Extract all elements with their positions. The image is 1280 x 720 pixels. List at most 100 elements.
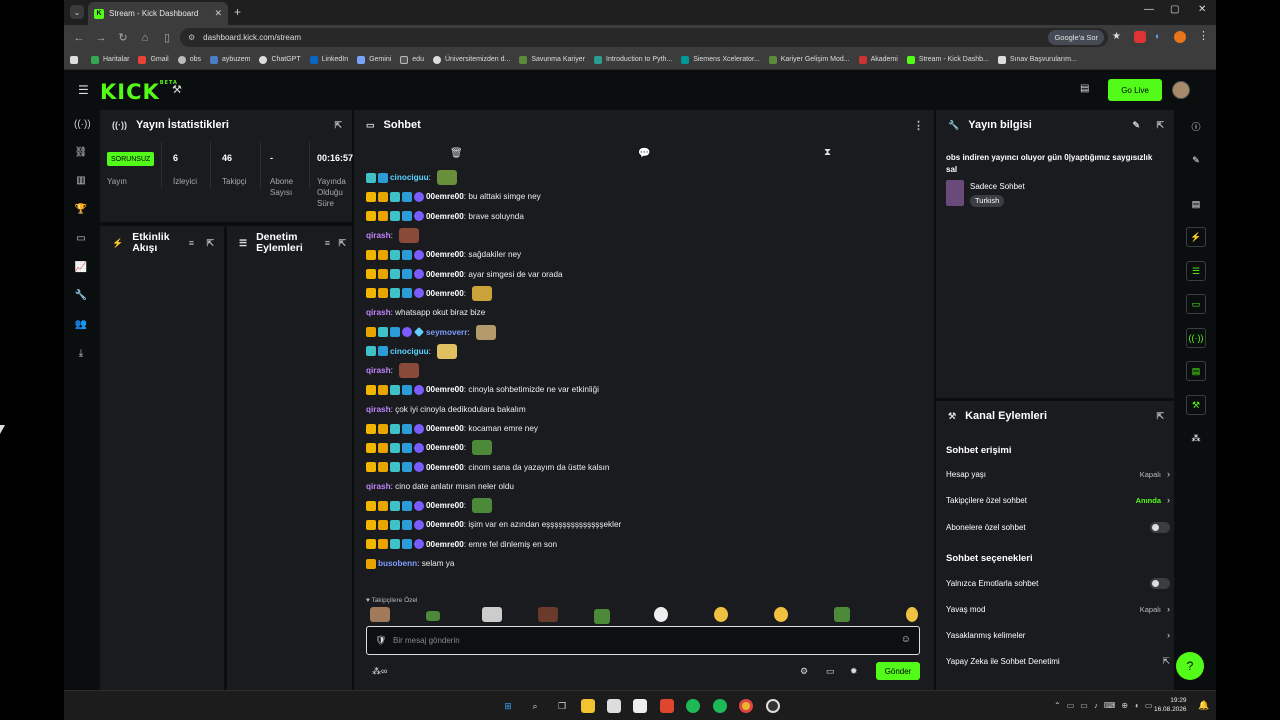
emote-icon[interactable] xyxy=(906,607,918,622)
user-badge-icon[interactable] xyxy=(378,288,388,299)
extension-audio-icon[interactable]: ◖ xyxy=(1154,31,1159,41)
user-badge-icon[interactable] xyxy=(378,249,388,260)
stream-key-icon[interactable]: ▤ xyxy=(1080,83,1089,94)
browser-menu-icon[interactable]: ⋮ xyxy=(1198,29,1209,42)
user-badge-icon[interactable] xyxy=(378,539,388,550)
user-badge-icon[interactable] xyxy=(402,423,412,434)
apps-icon[interactable] xyxy=(70,55,82,64)
bookmark-chatgpt[interactable]: ChatGPT xyxy=(259,55,301,64)
stream-info-toggle-icon[interactable]: ▤ xyxy=(1186,361,1206,381)
user-badge-icon[interactable] xyxy=(366,500,376,511)
back-arrow-icon[interactable]: ← xyxy=(68,32,90,44)
hourglass-icon[interactable]: ⧗ xyxy=(824,147,831,158)
chat-bubble-icon[interactable]: 💬 xyxy=(638,148,650,159)
chat-username[interactable]: 00emre00 xyxy=(426,424,464,433)
emote-icon[interactable] xyxy=(538,607,558,622)
user-badge-icon[interactable] xyxy=(414,384,424,395)
emote-icon[interactable] xyxy=(475,324,496,340)
task-view-icon[interactable]: ❐ xyxy=(555,699,569,713)
user-badge-icon[interactable] xyxy=(414,211,424,222)
user-badge-icon[interactable] xyxy=(414,249,424,260)
stats-toggle-icon[interactable]: ((·)) xyxy=(1186,328,1206,348)
user-badge-icon[interactable] xyxy=(402,500,412,511)
community-icon[interactable]: 👥 xyxy=(74,318,88,332)
app-icon[interactable] xyxy=(633,699,647,713)
chat-username[interactable]: seymoverr xyxy=(426,328,467,337)
chat-username[interactable]: 00emre00 xyxy=(426,443,464,452)
emote-icon[interactable] xyxy=(714,607,728,622)
popout-icon[interactable]: ⇱ xyxy=(334,120,342,131)
bookmark-akademi[interactable]: Akademi xyxy=(858,55,898,64)
user-badge-icon[interactable] xyxy=(378,500,388,511)
chat-message-input[interactable]: 🛡 Bir mesaj gönderin ☺ xyxy=(366,626,920,655)
user-badge-icon[interactable] xyxy=(390,249,400,260)
emote-icon[interactable] xyxy=(774,607,788,622)
hamburger-menu-icon[interactable]: ☰ xyxy=(78,83,89,97)
user-badge-icon[interactable] xyxy=(390,539,400,550)
bookmark-edu[interactable]: edu xyxy=(400,55,424,64)
user-badge-icon[interactable] xyxy=(390,191,400,202)
user-badge-icon[interactable] xyxy=(390,384,400,395)
close-window-button[interactable]: ✕ xyxy=(1198,4,1206,15)
channel-actions-toggle-icon[interactable]: ⚒ xyxy=(1186,395,1206,415)
user-badge-icon[interactable] xyxy=(414,327,424,337)
user-badge-icon[interactable] xyxy=(378,327,388,338)
account-age-row[interactable]: Hesap yaşı Kapalı › xyxy=(946,467,1170,481)
user-badge-icon[interactable] xyxy=(366,269,376,280)
extension-icon[interactable] xyxy=(1134,31,1146,43)
tab-search-button[interactable]: ⌄ xyxy=(70,5,84,19)
user-badge-icon[interactable] xyxy=(366,558,376,569)
chat-username[interactable]: 00emre00 xyxy=(426,212,464,221)
stream-icon[interactable]: ((·)) xyxy=(74,118,91,132)
profile-icon[interactable] xyxy=(1174,31,1186,43)
bookmark-haritalar[interactable]: Haritalar xyxy=(91,55,129,64)
site-info-icon[interactable]: ⚙ xyxy=(188,33,195,42)
reload-icon[interactable]: ↻ xyxy=(112,31,134,44)
chat-toggle-icon[interactable]: ▭ xyxy=(1186,294,1206,314)
search-icon[interactable]: ⌕ xyxy=(528,699,542,713)
chat-username[interactable]: qirash xyxy=(366,405,391,414)
chat-menu-icon[interactable]: ⋮ xyxy=(913,119,924,132)
emote-icon[interactable] xyxy=(437,343,458,359)
user-badge-icon[interactable] xyxy=(366,539,376,550)
user-badge-icon[interactable] xyxy=(366,191,376,202)
emote-only-toggle[interactable] xyxy=(1150,577,1170,589)
user-badge-icon[interactable] xyxy=(366,327,376,338)
user-badge-icon[interactable] xyxy=(414,191,424,202)
user-badge-icon[interactable] xyxy=(390,462,400,473)
bookmark-universite[interactable]: Üniversitemizden d... xyxy=(432,55,510,64)
chat-username[interactable]: qirash xyxy=(366,308,391,317)
chat-icon[interactable]: ▭ xyxy=(826,666,835,677)
user-badge-icon[interactable] xyxy=(390,288,400,299)
user-badge-icon[interactable] xyxy=(378,462,388,473)
popout-icon[interactable]: ⇱ xyxy=(338,238,346,249)
video-panel-icon[interactable]: ▤ xyxy=(1186,194,1206,214)
bookmark-kariyer[interactable]: Kariyer Gelişim Mod... xyxy=(768,55,850,64)
user-badge-icon[interactable] xyxy=(366,462,376,473)
forward-arrow-icon[interactable]: → xyxy=(90,32,112,44)
system-clock[interactable]: 19:29 16.08.2026 xyxy=(1154,696,1187,714)
trash-icon[interactable]: 🗑 xyxy=(450,148,463,159)
emote-icon[interactable] xyxy=(472,498,493,514)
close-tab-icon[interactable]: ✕ xyxy=(214,8,222,19)
popout-icon[interactable]: ⇱ xyxy=(1156,120,1164,131)
user-badge-icon[interactable] xyxy=(414,269,424,280)
user-badge-icon[interactable] xyxy=(378,211,388,222)
popout-icon[interactable]: ⇱ xyxy=(206,238,214,249)
emote-icon[interactable] xyxy=(399,363,420,379)
user-badge-icon[interactable] xyxy=(402,288,412,299)
bookmark-savunma[interactable]: Savunma Kariyer xyxy=(519,55,585,64)
user-badge-icon[interactable] xyxy=(402,384,412,395)
link-icon[interactable]: ⛓ xyxy=(74,146,88,160)
user-badge-icon[interactable] xyxy=(366,346,376,357)
chat-username[interactable]: cinociguu xyxy=(390,347,429,356)
follower-chat-row[interactable]: Takipçilere özel sohbet Anında › xyxy=(946,493,1170,507)
user-badge-icon[interactable] xyxy=(390,519,400,530)
user-badge-icon[interactable] xyxy=(378,519,388,530)
new-tab-button[interactable]: + xyxy=(234,5,241,19)
kick-logo[interactable]: KICKBETA xyxy=(100,80,178,104)
bookmark-siemens[interactable]: Siemens Xcelerator... xyxy=(681,55,760,64)
bookmark-linkedin[interactable]: LinkedIn xyxy=(309,55,348,64)
user-avatar[interactable] xyxy=(1172,81,1190,99)
activity-feed-toggle-icon[interactable]: ⚡ xyxy=(1186,227,1206,247)
